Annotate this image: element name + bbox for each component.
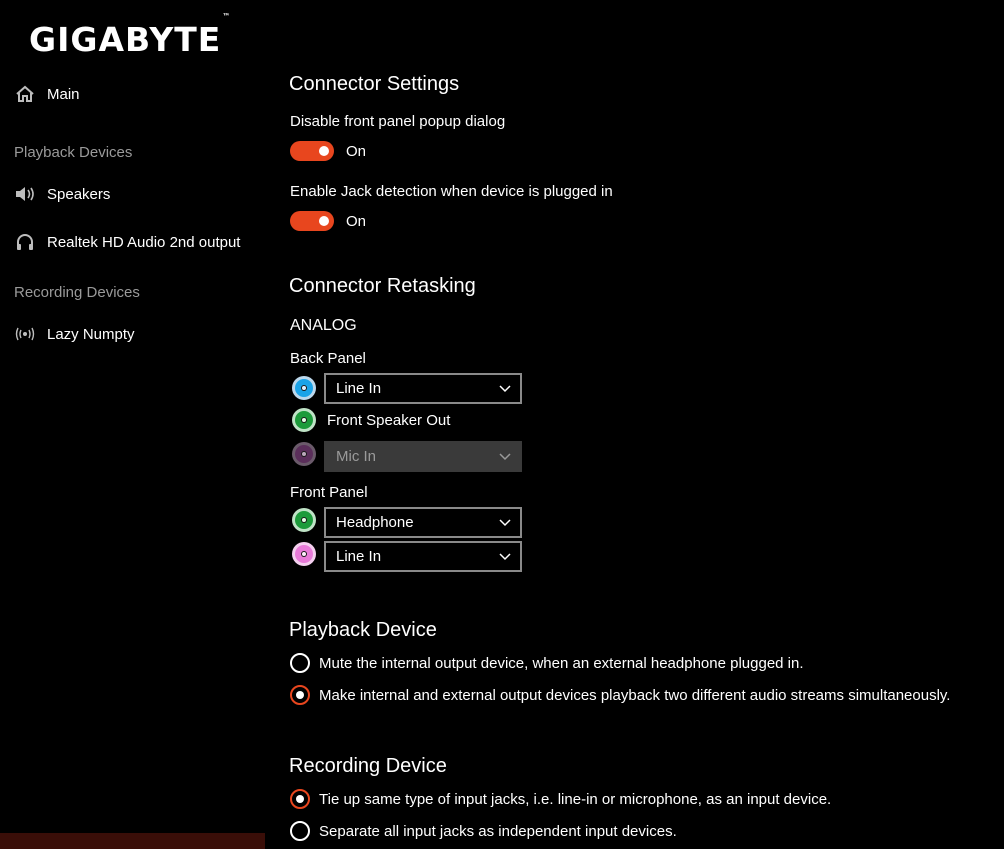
sidebar-footer xyxy=(0,833,265,849)
sidebar-item-speakers[interactable]: Speakers xyxy=(14,181,110,207)
select-value: Line In xyxy=(336,380,382,397)
back-jack1-select[interactable]: Line In xyxy=(324,373,522,404)
connector-settings-title: Connector Settings xyxy=(289,73,460,95)
front-jack1-select[interactable]: Headphone xyxy=(324,507,522,538)
sidebar-item-label: Speakers xyxy=(47,185,111,203)
speaker-icon xyxy=(14,183,36,205)
back-jack2-label: Front Speaker Out xyxy=(327,412,451,429)
radio-label: Tie up same type of input jacks, i.e. li… xyxy=(319,790,832,808)
popup-dialog-label: Disable front panel popup dialog xyxy=(290,113,506,130)
playback-option-mute[interactable]: Mute the internal output device, when an… xyxy=(290,653,804,673)
radio-label: Make internal and external output device… xyxy=(319,686,951,704)
jack-purple-icon xyxy=(292,442,316,466)
analog-label: ANALOG xyxy=(290,317,357,334)
playback-option-two-streams[interactable]: Make internal and external output device… xyxy=(290,685,950,705)
front-panel-label: Front Panel xyxy=(290,484,368,501)
headphones-icon xyxy=(14,231,36,253)
select-value: Line In xyxy=(336,548,382,565)
jack-green-icon xyxy=(292,508,316,532)
sidebar-item-label: Lazy Numpty xyxy=(47,325,135,343)
jack-detection-toggle-state: On xyxy=(346,213,367,230)
radio-label: Separate all input jacks as independent … xyxy=(319,822,677,840)
back-jack3-select: Mic In xyxy=(324,441,522,472)
brand-tm: ™ xyxy=(222,12,231,21)
recording-devices-header: Recording Devices xyxy=(14,284,140,301)
jack-pink-icon xyxy=(292,542,316,566)
popup-dialog-toggle-state: On xyxy=(346,143,367,160)
select-value: Mic In xyxy=(336,448,377,465)
jack-blue-icon xyxy=(292,376,316,400)
toggle-knob xyxy=(319,216,329,226)
radio-button[interactable] xyxy=(290,685,310,705)
playback-devices-header: Playback Devices xyxy=(14,144,133,161)
select-value: Headphone xyxy=(336,514,414,531)
front-jack2-select[interactable]: Line In xyxy=(324,541,522,572)
chevron-down-icon xyxy=(498,550,512,564)
chevron-down-icon xyxy=(498,450,512,464)
jack-detection-label: Enable Jack detection when device is plu… xyxy=(290,183,613,200)
connector-retasking-title: Connector Retasking xyxy=(289,275,476,297)
recording-option-tie-up[interactable]: Tie up same type of input jacks, i.e. li… xyxy=(290,789,831,809)
jack-green-icon xyxy=(292,408,316,432)
sidebar-item-lazy-numpty[interactable]: Lazy Numpty xyxy=(14,321,135,347)
chevron-down-icon xyxy=(498,382,512,396)
sidebar: GIGABYTE™ Main Playback Devices Speakers… xyxy=(0,0,265,849)
sidebar-item-realtek-2nd-output[interactable]: Realtek HD Audio 2nd output xyxy=(14,229,240,255)
chevron-down-icon xyxy=(498,516,512,530)
recording-device-title: Recording Device xyxy=(289,755,447,777)
home-icon xyxy=(14,83,36,105)
sidebar-item-label: Main xyxy=(47,85,80,103)
radio-label: Mute the internal output device, when an… xyxy=(319,654,804,672)
radio-button[interactable] xyxy=(290,821,310,841)
radio-button[interactable] xyxy=(290,653,310,673)
playback-device-title: Playback Device xyxy=(289,619,437,641)
main-content: Connector Settings Disable front panel p… xyxy=(289,0,1004,849)
jack-detection-toggle[interactable] xyxy=(290,211,334,231)
microphone-wireless-icon xyxy=(14,323,36,345)
sidebar-item-label: Realtek HD Audio 2nd output xyxy=(47,233,241,251)
recording-option-separate[interactable]: Separate all input jacks as independent … xyxy=(290,821,677,841)
toggle-knob xyxy=(319,146,329,156)
sidebar-item-main[interactable]: Main xyxy=(14,81,80,107)
brand-name: GIGABYTE xyxy=(29,20,222,59)
gigabyte-logo: GIGABYTE™ xyxy=(29,12,230,59)
radio-button[interactable] xyxy=(290,789,310,809)
popup-dialog-toggle[interactable] xyxy=(290,141,334,161)
back-panel-label: Back Panel xyxy=(290,350,366,367)
